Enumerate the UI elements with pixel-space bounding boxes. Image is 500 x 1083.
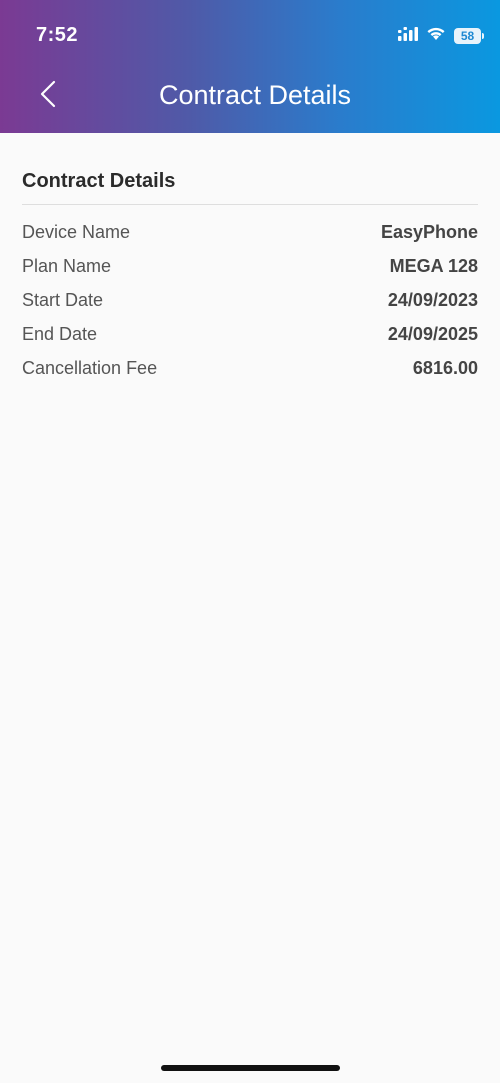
home-indicator[interactable] bbox=[161, 1065, 340, 1071]
detail-value: 24/09/2023 bbox=[387, 289, 478, 310]
detail-value: 24/09/2025 bbox=[387, 323, 478, 344]
battery-icon: 58 bbox=[454, 28, 484, 44]
battery-level: 58 bbox=[454, 28, 481, 44]
detail-row-start-date: Start Date 24/09/2023 bbox=[22, 283, 478, 317]
divider bbox=[22, 204, 478, 205]
detail-row-device-name: Device Name EasyPhone bbox=[22, 215, 478, 249]
detail-row-end-date: End Date 24/09/2025 bbox=[22, 317, 478, 351]
detail-row-plan-name: Plan Name MEGA 128 bbox=[22, 249, 478, 283]
app-header: 7:52 58 Contract Details bbox=[0, 0, 500, 133]
battery-tip bbox=[482, 33, 484, 39]
signal-icon bbox=[398, 26, 418, 46]
contract-details-card: Contract Details Device Name EasyPhone P… bbox=[22, 166, 478, 385]
detail-label: Cancellation Fee bbox=[22, 357, 158, 378]
wifi-icon bbox=[426, 26, 446, 46]
detail-row-cancellation-fee: Cancellation Fee 6816.00 bbox=[22, 351, 478, 385]
detail-value: 6816.00 bbox=[412, 357, 478, 378]
detail-value: MEGA 128 bbox=[389, 255, 478, 276]
status-time: 7:52 bbox=[36, 24, 79, 46]
detail-label: Plan Name bbox=[22, 255, 112, 276]
detail-value: EasyPhone bbox=[380, 221, 478, 242]
detail-label: Start Date bbox=[22, 289, 104, 310]
page-title: Contract Details bbox=[158, 80, 352, 110]
detail-label: End Date bbox=[22, 323, 98, 344]
section-title: Contract Details bbox=[22, 170, 176, 192]
status-icons: 58 bbox=[398, 26, 484, 46]
detail-label: Device Name bbox=[22, 221, 131, 242]
